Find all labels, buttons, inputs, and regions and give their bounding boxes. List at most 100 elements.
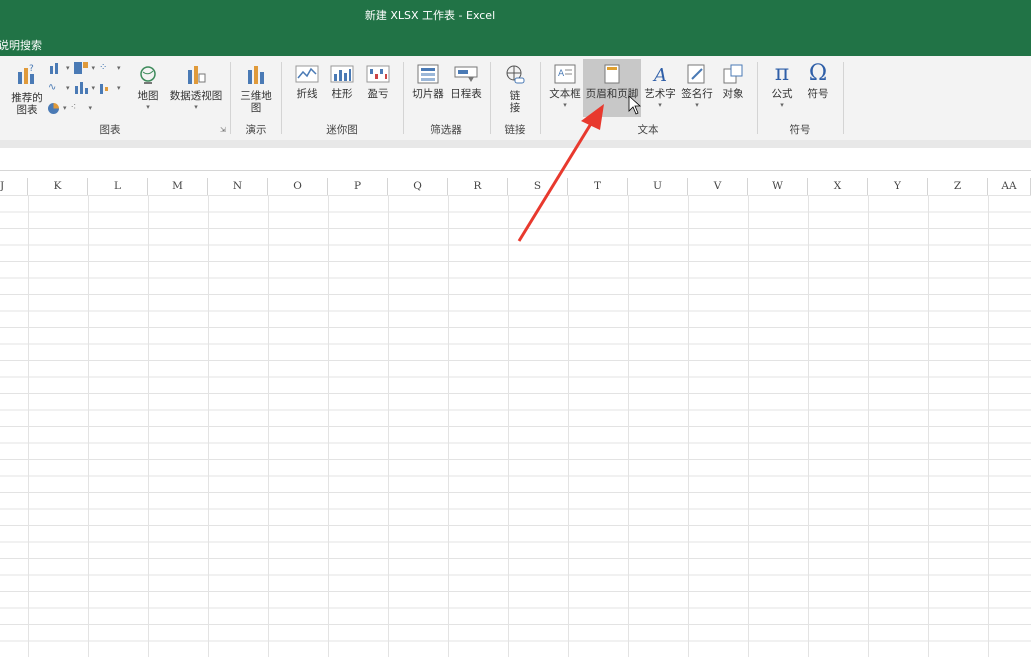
column-header-x[interactable]: X bbox=[808, 178, 868, 195]
column-header-v[interactable]: V bbox=[688, 178, 748, 195]
object-icon bbox=[723, 64, 743, 84]
group-tours-label: 演示 bbox=[245, 124, 267, 136]
chevron-down-icon: ▾ bbox=[780, 101, 784, 109]
column-header-u[interactable]: U bbox=[628, 178, 688, 195]
scatter-chart-icon[interactable]: ⁘ bbox=[99, 62, 113, 74]
sparkline-line-icon bbox=[295, 65, 319, 83]
sparkline-column-icon bbox=[330, 65, 354, 83]
recommended-charts-icon: ? bbox=[18, 64, 34, 84]
wordart-icon: A bbox=[652, 65, 667, 86]
3d-map-button[interactable]: 三维地 图 bbox=[238, 64, 274, 114]
column-header-m[interactable]: M bbox=[148, 178, 208, 195]
column-header-j[interactable]: J bbox=[0, 178, 28, 195]
column-header-l[interactable]: L bbox=[88, 178, 148, 195]
column-header-k[interactable]: K bbox=[28, 178, 88, 195]
map-button[interactable]: 地图 ▾ bbox=[134, 64, 162, 112]
sparkline-line-label: 折线 bbox=[296, 88, 318, 100]
header-footer-icon bbox=[604, 64, 620, 84]
column-header-aa[interactable]: AA bbox=[988, 178, 1031, 195]
group-text-label: 文本 bbox=[637, 124, 659, 136]
link-button[interactable]: 链 接 bbox=[500, 64, 530, 114]
chevron-down-icon: ▾ bbox=[658, 101, 662, 109]
column-header-r[interactable]: R bbox=[448, 178, 508, 195]
column-header-p[interactable]: P bbox=[328, 178, 388, 195]
svg-text:A: A bbox=[558, 69, 565, 79]
sparkline-column-label: 柱形 bbox=[331, 88, 353, 100]
textbox-button[interactable]: A 文本框 ▾ bbox=[548, 64, 582, 110]
sparkline-winloss-label: 盈亏 bbox=[367, 88, 389, 100]
chart-type-row-3: ▾ ⁖ ▾ bbox=[48, 102, 92, 114]
textbox-label: 文本框 bbox=[549, 88, 581, 100]
group-charts-label: 图表 bbox=[99, 124, 121, 136]
globe-icon bbox=[140, 66, 156, 84]
textbox-icon: A bbox=[554, 64, 576, 84]
chevron-down-icon[interactable]: ▾ bbox=[117, 64, 121, 72]
header-footer-label: 页眉和页脚 bbox=[585, 88, 639, 100]
ribbon-bottom-strip bbox=[0, 140, 1031, 148]
chevron-down-icon: ▾ bbox=[695, 101, 699, 109]
equation-button[interactable]: π 公式 ▾ bbox=[767, 60, 797, 110]
timeline-icon bbox=[454, 66, 478, 82]
sparkline-winloss-button[interactable]: 盈亏 bbox=[362, 64, 394, 101]
chevron-down-icon[interactable]: ▾ bbox=[92, 84, 96, 92]
pi-icon: π bbox=[774, 61, 790, 86]
column-header-y[interactable]: Y bbox=[868, 178, 928, 195]
pivot-chart-icon bbox=[188, 66, 206, 84]
column-header-q[interactable]: Q bbox=[388, 178, 448, 195]
title-bar: 新建 XLSX 工作表 - Excel bbox=[0, 0, 1031, 32]
column-header-w[interactable]: W bbox=[748, 178, 808, 195]
column-header-z[interactable]: Z bbox=[928, 178, 988, 195]
recommended-charts-button[interactable]: ? 推荐的 图表 bbox=[6, 62, 48, 116]
line-chart-icon[interactable]: ∿ bbox=[48, 82, 62, 94]
column-chart-icon[interactable] bbox=[48, 62, 62, 74]
object-button[interactable]: 对象 bbox=[717, 64, 749, 101]
column-header-s[interactable]: S bbox=[508, 178, 568, 195]
group-separator bbox=[403, 62, 404, 134]
column-headers: J K L M N O P Q R S T U V W X Y Z AA bbox=[0, 178, 1031, 196]
equation-label: 公式 bbox=[771, 88, 793, 100]
map-label: 地图 bbox=[137, 90, 159, 102]
pivot-chart-label: 数据透视图 bbox=[169, 90, 223, 102]
chevron-down-icon[interactable]: ▾ bbox=[66, 64, 70, 72]
tell-me-search[interactable]: 说明搜索 bbox=[0, 37, 42, 53]
svg-text:?: ? bbox=[29, 64, 34, 74]
chevron-down-icon: ▾ bbox=[146, 103, 150, 111]
symbol-button[interactable]: Ω 符号 bbox=[803, 60, 833, 101]
waterfall-chart-icon[interactable] bbox=[99, 82, 114, 94]
svg-text:A: A bbox=[652, 65, 667, 84]
sparkline-line-button[interactable]: 折线 bbox=[291, 64, 323, 101]
signature-line-button[interactable]: 签名行 ▾ bbox=[679, 64, 715, 110]
group-separator bbox=[540, 62, 541, 134]
group-filters-label: 筛选器 bbox=[430, 124, 462, 136]
chart-type-row-1: ▾ ▾ ⁘ ▾ bbox=[48, 62, 121, 74]
sparkline-column-button[interactable]: 柱形 bbox=[326, 64, 358, 101]
ribbon-insert: ? 推荐的 图表 ▾ ▾ ⁘ ▾ ∿ ▾ ▾ ▾ ▾ ⁖ ▾ 地图 ▾ 数据透视图 ▾… bbox=[0, 56, 1031, 141]
chevron-down-icon[interactable]: ▾ bbox=[117, 84, 121, 92]
column-header-n[interactable]: N bbox=[208, 178, 268, 195]
chevron-down-icon[interactable]: ▾ bbox=[66, 84, 70, 92]
pie-chart-icon[interactable] bbox=[48, 102, 59, 114]
column-header-o[interactable]: O bbox=[268, 178, 328, 195]
chevron-down-icon[interactable]: ▾ bbox=[89, 104, 93, 112]
header-footer-button[interactable]: 页眉和页脚 bbox=[585, 64, 639, 101]
group-symbols-label: 符号 bbox=[789, 124, 811, 136]
dialog-launcher-icon[interactable]: ⇲ bbox=[220, 126, 226, 134]
tell-me-bar: 说明搜索 bbox=[0, 32, 1031, 56]
column-header-t[interactable]: T bbox=[568, 178, 628, 195]
cell-grid[interactable] bbox=[0, 195, 1031, 657]
chevron-down-icon[interactable]: ▾ bbox=[63, 104, 67, 112]
signature-line-label: 签名行 bbox=[681, 88, 713, 100]
chevron-down-icon[interactable]: ▾ bbox=[92, 64, 96, 72]
combo-chart-icon[interactable]: ⁖ bbox=[71, 102, 85, 114]
pivot-chart-button[interactable]: 数据透视图 ▾ bbox=[166, 64, 226, 112]
window-title: 新建 XLSX 工作表 - Excel bbox=[364, 9, 496, 22]
slicer-button[interactable]: 切片器 bbox=[410, 64, 446, 101]
timeline-button[interactable]: 日程表 bbox=[448, 64, 484, 101]
timeline-label: 日程表 bbox=[450, 88, 482, 100]
wordart-button[interactable]: A 艺术字 ▾ bbox=[642, 64, 678, 110]
hierarchy-chart-icon[interactable] bbox=[73, 62, 88, 74]
link-icon bbox=[506, 65, 525, 84]
statistic-chart-icon[interactable] bbox=[73, 82, 88, 94]
3d-map-label: 三维地 图 bbox=[240, 90, 272, 114]
formula-bar[interactable] bbox=[0, 148, 1031, 171]
